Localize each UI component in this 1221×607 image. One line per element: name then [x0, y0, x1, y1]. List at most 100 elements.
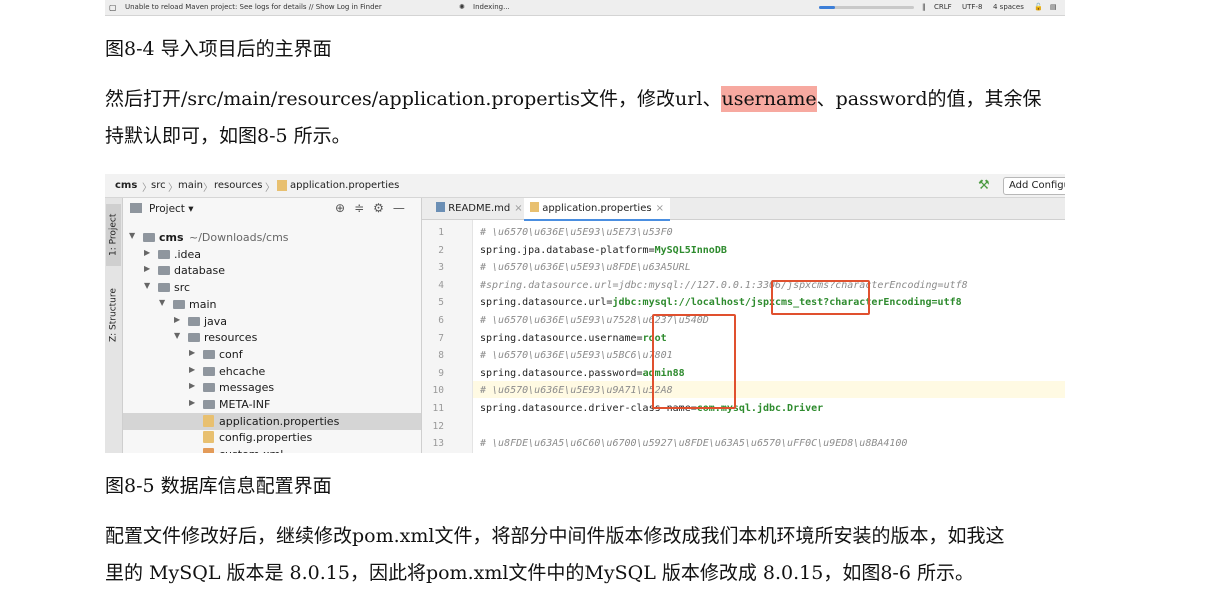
tree-item[interactable]: ▶ messages: [123, 379, 421, 396]
expand-arrow-icon[interactable]: ▼: [159, 298, 165, 307]
file-icon: [203, 448, 214, 453]
structure-tool-tab[interactable]: Z: Structure: [106, 280, 121, 350]
code-key: # \u6570\u636E\u5E93\u5BC6\u7801: [480, 350, 673, 362]
paragraph-2-line2: 里的 MySQL 版本是 8.0.15，因此将pom.xml文件中的MySQL …: [105, 562, 974, 584]
expand-arrow-icon[interactable]: ▼: [144, 281, 150, 290]
trash-icon: ▤: [1050, 3, 1057, 11]
code-line[interactable]: spring.datasource.username=root: [480, 333, 667, 344]
tree-item[interactable]: ▶ database: [123, 262, 421, 279]
properties-file-icon: [530, 202, 539, 212]
editor-tabs: README.md × application.properties ×: [422, 198, 1065, 221]
navigation-bar: cms 〉 src 〉 main 〉 resources 〉 applicati…: [105, 174, 1065, 198]
gear-icon: ⚙: [373, 201, 393, 215]
code-key: # \u8FDE\u63A5\u6C60\u6700\u5927\u8FDE\u…: [480, 438, 908, 450]
folder-icon: [203, 383, 215, 393]
project-panel-header: Project ▾ ⊕≑⚙—: [123, 198, 421, 219]
tree-item-label: config.properties: [219, 431, 313, 445]
code-line[interactable]: # \u6570\u636E\u5E93\u5BC6\u7801: [480, 350, 673, 361]
collapse-arrow-icon[interactable]: ▶: [189, 381, 195, 390]
code-value: MySQL5InnoDB: [654, 244, 727, 256]
paragraph-2-line1: 配置文件修改好后，继续修改pom.xml文件，将部分中间件版本修改成我们本机环境…: [105, 525, 1005, 547]
collapse-arrow-icon[interactable]: ▶: [189, 348, 195, 357]
tree-item[interactable]: ▶ META-INF: [123, 396, 421, 413]
file-encoding[interactable]: UTF-8: [962, 3, 982, 11]
code-line[interactable]: # \u8FDE\u63A5\u6C60\u6700\u5927\u8FDE\u…: [480, 438, 907, 449]
breadcrumb-main[interactable]: main: [178, 180, 203, 191]
tab-application-properties[interactable]: application.properties ×: [524, 198, 670, 221]
code-key: spring.jpa.database-platform=: [480, 244, 655, 256]
collapse-arrow-icon[interactable]: ▶: [189, 365, 195, 374]
folder-icon: [188, 333, 200, 343]
folder-icon: [203, 400, 215, 409]
project-tool-tab[interactable]: 1: Project: [106, 204, 121, 266]
tree-item[interactable]: ▶ ehcache: [123, 363, 421, 380]
expand-arrow-icon[interactable]: ▼: [129, 231, 135, 240]
line-number: 11: [432, 403, 444, 414]
tree-item[interactable]: application.properties: [123, 412, 421, 430]
collapse-arrow-icon[interactable]: ▶: [144, 264, 150, 273]
folder-icon: [158, 249, 170, 259]
tree-item-label: resources: [204, 331, 258, 345]
tree-item-label: .idea: [174, 247, 202, 261]
collapse-arrow-icon[interactable]: ▶: [174, 315, 180, 324]
tree-item-label: src: [174, 281, 191, 295]
tree-item-label: cms: [159, 231, 184, 244]
line-separator[interactable]: CRLF: [934, 3, 952, 11]
code-line[interactable]: # \u6570\u636E\u5E93\u5E73\u53F0: [480, 227, 673, 238]
collapse-icon: ≑: [354, 201, 374, 215]
figure-caption-8-4: 图8-4 导入项目后的主界面: [105, 38, 332, 60]
tool-window-strip: 1: Project Z: Structure: [105, 198, 123, 453]
breadcrumb-file[interactable]: application.properties: [290, 180, 399, 191]
breadcrumb-cms[interactable]: cms: [115, 180, 137, 191]
code-editor: README.md × application.properties × 12345…: [422, 198, 1065, 453]
paragraph-1-text-before: 然后打开/src/main/resources/application.prop…: [105, 88, 722, 110]
add-configuration-button[interactable]: Add Configu: [1003, 177, 1065, 195]
line-number: 5: [438, 297, 444, 309]
code-key: # \u6570\u636E\u5E93\u9A71\u52A8: [480, 385, 673, 397]
tree-item-label: messages: [219, 381, 275, 395]
highlighted-username[interactable]: username: [721, 86, 817, 112]
collapse-arrow-icon[interactable]: ▶: [144, 248, 150, 257]
code-line[interactable]: spring.jpa.database-platform=MySQL5InnoD…: [480, 245, 727, 256]
collapse-arrow-icon[interactable]: ▶: [189, 398, 195, 407]
close-icon: ×: [655, 203, 664, 214]
indent-setting[interactable]: 4 spaces: [993, 3, 1024, 11]
folder-icon: [203, 366, 215, 376]
line-number: 10: [432, 385, 444, 397]
project-view-selector[interactable]: Project ▾: [149, 203, 194, 215]
tree-item[interactable]: custom.xml: [123, 446, 421, 453]
tree-item-label: META-INF: [219, 398, 271, 411]
tree-item[interactable]: ▼ src: [123, 279, 421, 296]
line-number: 13: [432, 438, 444, 450]
project-panel-tools[interactable]: ⊕≑⚙—: [335, 201, 414, 215]
line-number: 2: [438, 244, 444, 256]
tree-item[interactable]: ▶ conf: [123, 346, 421, 363]
pause-icon[interactable]: ‖: [922, 3, 926, 11]
folder-icon: [203, 349, 215, 359]
properties-file-icon: [277, 180, 287, 191]
ide-screenshot: cms 〉 src 〉 main 〉 resources 〉 applicati…: [105, 174, 1065, 453]
paragraph-1-line2: 持默认即可，如图8-5 所示。: [105, 125, 351, 147]
code-line[interactable]: #spring.datasource.url=jdbc:mysql://127.…: [480, 280, 968, 291]
lock-icon[interactable]: 🔓: [1034, 3, 1043, 11]
breadcrumb-resources[interactable]: resources: [214, 180, 262, 191]
tree-item[interactable]: ▼ main: [123, 296, 421, 313]
build-hammer-icon[interactable]: ⚒: [978, 178, 990, 193]
code-line[interactable]: spring.datasource.url=jdbc:mysql://local…: [480, 297, 962, 308]
tab-readme[interactable]: README.md ×: [430, 198, 529, 219]
expand-arrow-icon[interactable]: ▼: [174, 331, 180, 340]
code-line[interactable]: # \u6570\u636E\u5E93\u9A71\u52A8: [480, 385, 673, 396]
status-message[interactable]: Unable to reload Maven project: See logs…: [125, 3, 382, 11]
tree-item-label: database: [174, 264, 225, 278]
tree-item[interactable]: ▶ java: [123, 313, 421, 330]
tree-item[interactable]: config.properties: [123, 429, 421, 446]
tree-item[interactable]: ▼ resources: [123, 329, 421, 346]
minimize-icon: —: [392, 201, 414, 215]
ide-status-bar: ▢ Unable to reload Maven project: See lo…: [105, 0, 1065, 16]
tree-item[interactable]: ▼ cms ~/Downloads/cms: [123, 229, 421, 246]
code-line[interactable]: # \u6570\u636E\u5E93\u8FDE\u63A5URL: [480, 262, 691, 273]
tree-item[interactable]: ▶ .idea: [123, 246, 421, 263]
breadcrumb-src[interactable]: src: [151, 180, 166, 191]
line-number: 7: [438, 332, 444, 344]
annotation-box-url: [771, 280, 870, 315]
